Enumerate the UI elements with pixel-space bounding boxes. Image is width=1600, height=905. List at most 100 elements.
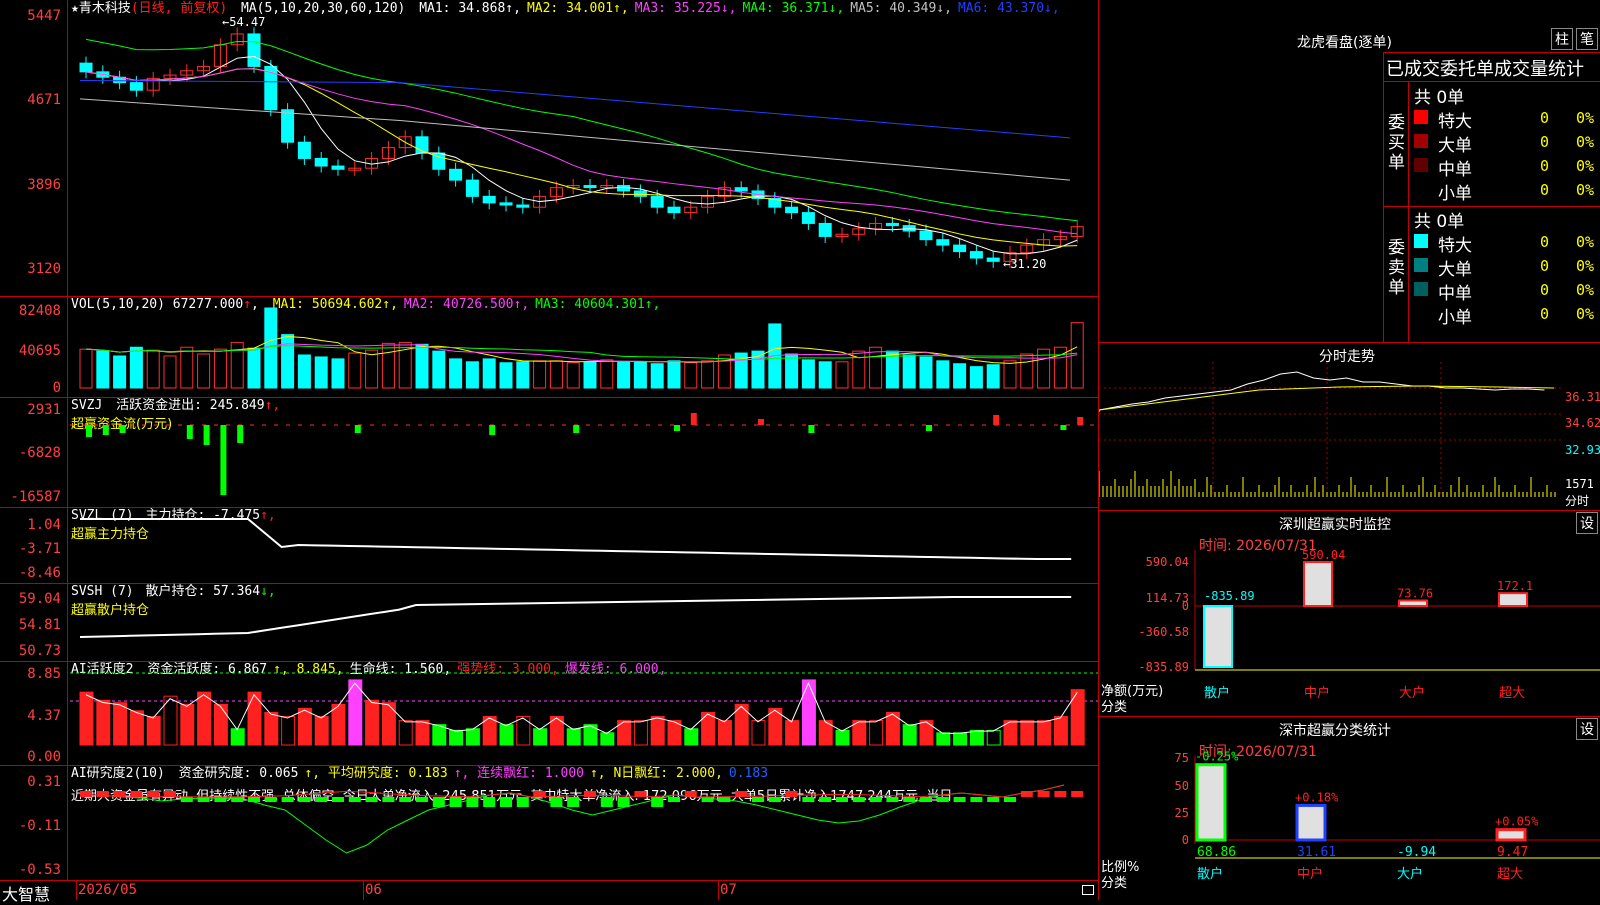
- sz-bar-label: 73.76: [1397, 586, 1433, 600]
- category-swatch: [1414, 258, 1428, 272]
- svzj-plot[interactable]: [0, 397, 1098, 507]
- ai1-bar: [650, 716, 665, 746]
- sz-bar-label: 590.04: [1302, 548, 1345, 562]
- vol-bar: [449, 358, 463, 389]
- svzj-bar: [186, 425, 193, 439]
- sz-bar: [1203, 605, 1233, 668]
- column-view-button[interactable]: 柱: [1551, 28, 1573, 50]
- category-count: 0: [1540, 305, 1550, 323]
- svzl-line: [80, 518, 1072, 560]
- svzj-bar: [1060, 425, 1067, 430]
- ss-ytick: 0: [1182, 833, 1189, 847]
- ai1-bar: [297, 707, 312, 746]
- vol-bar: [549, 360, 563, 389]
- ai2-bar: [1037, 791, 1050, 797]
- category-swatch: [1414, 234, 1428, 248]
- fs-ytick: 32.93: [1565, 443, 1600, 457]
- category-count: 0: [1540, 281, 1550, 299]
- candle: [633, 190, 647, 197]
- ma-line: [85, 38, 1078, 222]
- category-count: 0: [1540, 181, 1550, 199]
- candle: [785, 206, 799, 214]
- category-percent: 0%: [1576, 257, 1595, 275]
- lhb-stat-box: 已成交委托单成交量统计 委买单 共 0单 特大 0 0% 大单 0 0% 中单 0 0% 小单 0 0…: [1383, 52, 1600, 343]
- vol-bar: [969, 366, 983, 389]
- candle: [919, 230, 933, 241]
- tick-view-button[interactable]: 笔: [1576, 28, 1598, 50]
- kline-pane[interactable]: 5447 4671 3896 3120 ★青木科技(日线, 前复权) MA(5,…: [0, 0, 1098, 297]
- candle: [281, 109, 295, 143]
- category-percent: 0%: [1576, 305, 1595, 323]
- ss-category: 散户: [1197, 866, 1223, 882]
- vol-bar: [415, 343, 429, 389]
- ai2-bar: [533, 791, 546, 797]
- svzl-plot[interactable]: [0, 507, 1098, 583]
- category-name: 特大: [1438, 236, 1472, 256]
- vol-bar: [650, 363, 664, 389]
- ai-active-pane[interactable]: 8.85 4.37 0.00 AI活跃度2 资金活跃度: 6.867 ↑, 8.8…: [0, 661, 1098, 766]
- buy-side-divider: [1408, 82, 1409, 343]
- ai1-bar: [264, 711, 279, 746]
- svsh-plot[interactable]: [0, 583, 1098, 661]
- ai1-bar: [314, 716, 329, 746]
- volume-pane[interactable]: 82408 40695 0 VOL(5,10,20) 67277.000↑, M…: [0, 296, 1098, 398]
- lock-icon[interactable]: [1082, 885, 1094, 895]
- ai2-bar: [869, 797, 882, 802]
- ai1-bar: [986, 729, 1001, 746]
- ai2-bar: [315, 797, 328, 802]
- category-name: 特大: [1438, 112, 1472, 132]
- category-percent: 0%: [1576, 181, 1595, 199]
- ai-research-pane[interactable]: 0.31 -0.11 -0.53 AI研究度2(10) 资金研究度: 0.065…: [0, 765, 1098, 881]
- candle: [331, 165, 345, 170]
- svsh-pane[interactable]: 59.04 54.81 50.73 SVSH (7) 散户持仓: 57.364↓…: [0, 583, 1098, 662]
- ai1-bar: [113, 702, 128, 746]
- vol-bar: [953, 363, 967, 389]
- vol-bar: [801, 359, 815, 389]
- brand-logo: 大智慧: [2, 885, 51, 904]
- svzl-pane[interactable]: 1.04 -3.71 -8.46 SVZL (7) 主力持仓: -7.475↑,…: [0, 507, 1098, 584]
- candle: [247, 33, 261, 67]
- ai1-bar: [633, 720, 648, 746]
- ai1-bar: [869, 720, 884, 746]
- ss-value-label: 31.61: [1297, 845, 1336, 860]
- ai2-bar: [785, 791, 798, 797]
- candle: [936, 239, 950, 246]
- category-swatch: [1414, 158, 1428, 172]
- ai1-bar: [381, 702, 396, 746]
- vol-plot[interactable]: [0, 296, 1098, 397]
- ma-line: [85, 68, 1078, 235]
- ai2-bar: [567, 797, 580, 807]
- vol-bar: [432, 350, 446, 389]
- ai2-bar: [600, 797, 613, 807]
- vol-bar: [684, 362, 698, 389]
- category-count: 0: [1540, 257, 1550, 275]
- category-percent: 0%: [1576, 233, 1595, 251]
- candle: [516, 204, 530, 208]
- ai2-plot[interactable]: [0, 765, 1098, 880]
- vol-bar: [499, 362, 513, 389]
- ai1-plot[interactable]: [0, 661, 1098, 765]
- sz-bar: [1303, 561, 1333, 607]
- svzj-pane[interactable]: 2931 -6828 -16587 SVZJ 活跃资金进出: 245.849↑,…: [0, 397, 1098, 508]
- svzj-bar: [220, 425, 227, 495]
- ai2-bar: [516, 797, 529, 807]
- vol-bar: [617, 361, 631, 389]
- ss-bar: [1195, 763, 1227, 842]
- vol-bar: [1020, 353, 1034, 389]
- ai2-bar: [248, 797, 260, 802]
- fs-price-line: [1099, 371, 1545, 412]
- vol-bar: [314, 356, 328, 389]
- ss-category: 大户: [1397, 866, 1423, 882]
- ai2-bar: [231, 797, 244, 802]
- ai2-bar: [886, 797, 899, 802]
- vol-bar: [600, 359, 614, 389]
- svzj-bar: [993, 415, 1000, 425]
- fenshi-plot[interactable]: [1099, 362, 1600, 510]
- vol-bar: [583, 361, 597, 389]
- sell-total: 共 0单: [1414, 212, 1465, 232]
- kline-plot[interactable]: ←54.47 ←31.20: [0, 0, 1098, 296]
- ai1-bar: [365, 699, 380, 746]
- vol-bar: [213, 348, 227, 389]
- ai2-bar: [584, 791, 596, 797]
- sz-chart: 590.04114.730-360.58-835.89-835.89散户590.…: [1138, 548, 1600, 701]
